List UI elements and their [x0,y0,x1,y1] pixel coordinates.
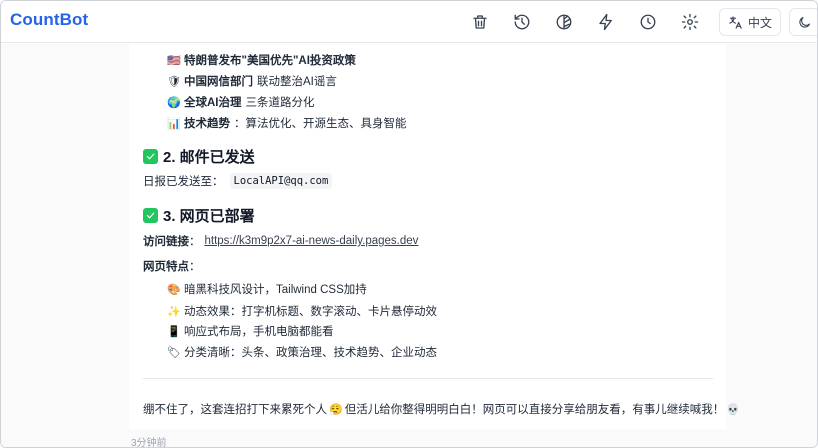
message-timestamp: 3分钟前 [131,438,167,448]
sent-label: 日报已发送至： [143,176,224,188]
deploy-link[interactable]: https://k3m9p2x7-ai-news-daily.pages.dev [205,235,419,247]
list-item: 🎨 暗黑科技风设计，Tailwind CSS加持 [167,281,367,297]
language-button[interactable]: 中文 [718,8,781,36]
toolbar: 中文 [459,6,817,38]
skull-icon: 💀 [726,403,740,416]
language-label: 中文 [747,15,772,30]
clock-icon[interactable] [627,6,669,38]
globe-icon: 🌍 [167,96,181,109]
lightning-icon[interactable] [585,6,627,38]
app-logo[interactable]: CountBot [10,10,88,30]
contrast-icon[interactable] [543,6,585,38]
list-item-bold: 全球AI治理 [184,97,242,109]
list-item-text: ：算法优化、开源生态、具身智能 [234,118,407,130]
list-item-text: 分类清晰：头条、政策治理、技术趋势、企业动态 [184,347,437,359]
closing-text-2: 但活儿给你整得明明白白！网页可以直接分享给朋友看，有事儿继续喊我！ [344,404,725,416]
section-heading-email: 2. 邮件已发送 [143,146,255,167]
check-icon [143,208,158,223]
palette-icon: 🎨 [167,283,181,296]
list-item-bold: 中国网信部门 [184,76,253,88]
closing-text-1: 绷不住了，这套连招打下来累死个人 [143,404,327,416]
bar-chart-icon: 📊 [167,117,181,130]
list-item-bold: 技术趋势 [184,118,230,130]
tag-icon: 🏷 [167,346,181,359]
top-header: CountBot 中文 [1,1,817,43]
email-sent-line: 日报已发送至： LocalAPI@qq.com [143,173,333,189]
link-label: 访问链接 [143,236,189,248]
list-item-bold: 特朗普发布"美国优先"AI投资政策 [184,55,356,67]
list-item-text: 动态效果：打字机标题、数字滚动、卡片悬停动效 [184,306,437,318]
sparkles-icon: ✨ [167,305,181,318]
trash-icon[interactable] [459,6,501,38]
list-item-text: 响应式布局，手机电脑都能看 [184,326,334,338]
sigh-face-icon: 😮‍💨 [329,403,343,416]
history-icon[interactable] [501,6,543,38]
theme-toggle-button[interactable] [789,8,817,36]
flag-icon: 🇺🇸 [167,54,181,67]
list-item: 📊 技术趋势 ：算法优化、开源生态、具身智能 [167,115,407,131]
features-colon: ： [189,261,201,273]
list-item-text: 联动整治AI谣言 [257,76,337,88]
check-icon [143,149,158,164]
heading-text: 3. 网页已部署 [163,208,255,225]
section-heading-deploy: 3. 网页已部署 [143,205,255,226]
gear-icon[interactable] [669,6,711,38]
list-item: 🌍 全球AI治理 三条道路分化 [167,94,315,110]
list-item: ✨ 动态效果：打字机标题、数字滚动、卡片悬停动效 [167,303,437,319]
shield-icon: 🛡 [167,75,181,88]
divider [143,378,713,379]
moon-icon [799,16,811,28]
list-item-text: 三条道路分化 [245,97,315,109]
email-address: LocalAPI@qq.com [229,173,333,189]
translate-icon [729,15,742,29]
list-item: 🏷 分类清晰：头条、政策治理、技术趋势、企业动态 [167,344,437,360]
list-item-text: 暗黑科技风设计，Tailwind CSS加持 [184,284,367,296]
features-label: 网页特点 [143,261,189,273]
heading-text: 2. 邮件已发送 [163,149,255,166]
app-window: CountBot 中文 🇺🇸 特朗普发布"美国优先"AI投资政策 🛡 中国网信部… [0,0,818,448]
closing-message: 绷不住了，这套连招打下来累死个人 😮‍💨 但活儿给你整得明明白白！网页可以直接分… [143,401,740,417]
link-colon: ： [189,236,201,248]
mobile-phone-icon: 📱 [167,325,181,338]
list-item: 📱 响应式布局，手机电脑都能看 [167,323,334,339]
list-item: 🛡 中国网信部门 联动整治AI谣言 [167,73,337,89]
list-item: 🇺🇸 特朗普发布"美国优先"AI投资政策 [167,52,360,68]
features-label-line: 网页特点 ： [143,258,201,274]
access-link-line: 访问链接 ： https://k3m9p2x7-ai-news-daily.pa… [143,233,418,249]
